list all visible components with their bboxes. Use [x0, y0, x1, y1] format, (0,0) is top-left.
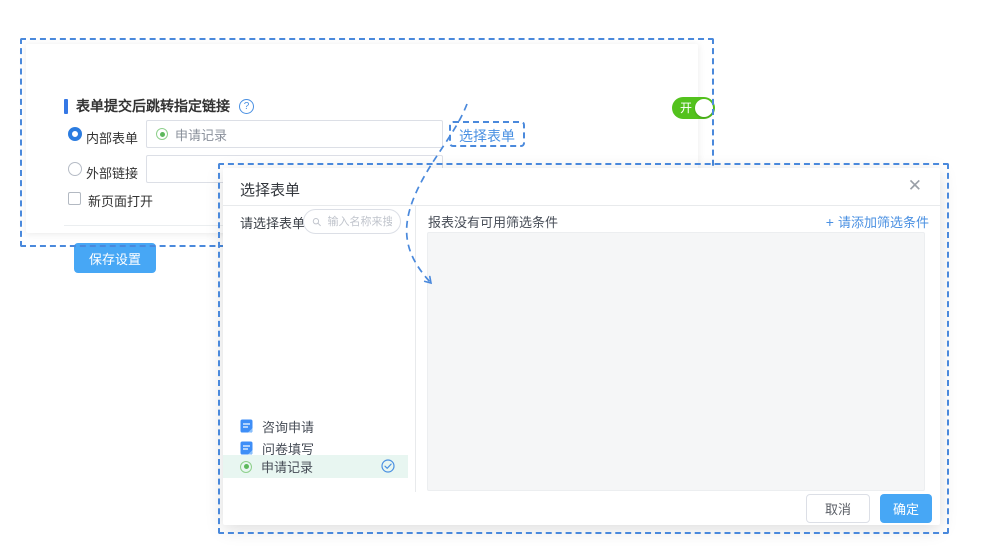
cancel-button[interactable]: 取消: [806, 494, 870, 523]
radio-external-link[interactable]: [68, 162, 82, 176]
check-circle-icon: [381, 459, 395, 473]
new-page-label: 新页面打开: [88, 191, 153, 210]
radio-internal-form[interactable]: [68, 127, 82, 141]
filter-empty-panel: [427, 232, 925, 491]
add-filter-link[interactable]: + 请添加筛选条件: [826, 212, 929, 231]
sidebar-label: 请选择表单: [240, 213, 305, 232]
list-item-label: 申请记录: [261, 457, 313, 476]
page: 表单提交后跳转指定链接 ? 开 内部表单 申请记录 选择表单 外部链接 新页面打…: [0, 0, 981, 554]
title-accent-bar: [64, 99, 68, 114]
panel-title: 表单提交后跳转指定链接: [76, 96, 230, 116]
toggle-knob: [695, 99, 713, 117]
modal-header-divider: [223, 205, 940, 206]
search-icon: [312, 216, 321, 228]
no-filter-text: 报表没有可用筛选条件: [428, 212, 558, 231]
add-filter-label: 请添加筛选条件: [838, 215, 929, 230]
list-item-label: 咨询申请: [262, 417, 314, 436]
confirm-button[interactable]: 确定: [880, 494, 932, 523]
sidebar-divider: [415, 205, 416, 492]
internal-form-value: 申请记录: [175, 125, 227, 144]
choose-form-modal: 选择表单 ✕ 请选择表单 咨询申请: [223, 168, 940, 525]
form-doc-icon: [240, 441, 253, 455]
panel-title-row: 表单提交后跳转指定链接 ?: [64, 96, 254, 116]
list-item-form[interactable]: 咨询申请: [223, 415, 408, 437]
internal-form-label: 内部表单: [86, 128, 138, 147]
choose-form-link[interactable]: 选择表单: [449, 121, 525, 147]
target-icon: [240, 461, 252, 473]
close-icon[interactable]: ✕: [908, 176, 922, 196]
target-icon: [156, 128, 168, 140]
new-page-checkbox[interactable]: [68, 192, 81, 205]
form-search-box[interactable]: [303, 209, 401, 234]
form-doc-icon: [240, 419, 253, 433]
toggle-on-label: 开: [680, 101, 692, 115]
save-settings-button[interactable]: 保存设置: [74, 243, 156, 273]
list-item-form-selected[interactable]: 申请记录: [223, 455, 408, 478]
form-search-input[interactable]: [325, 215, 394, 229]
external-link-label: 外部链接: [86, 163, 138, 182]
enable-toggle[interactable]: 开: [672, 97, 715, 119]
internal-form-input[interactable]: 申请记录: [146, 120, 443, 148]
plus-icon: +: [826, 214, 834, 230]
modal-title: 选择表单: [240, 179, 300, 200]
help-icon[interactable]: ?: [239, 99, 254, 114]
